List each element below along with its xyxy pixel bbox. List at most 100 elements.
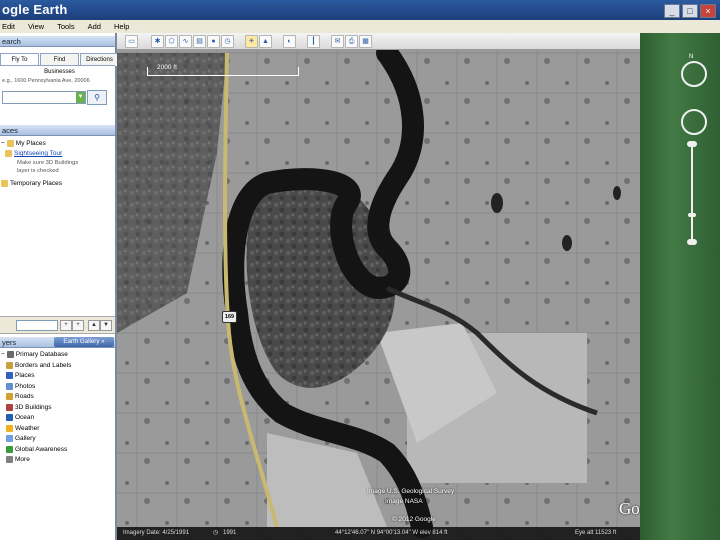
places-filter-input[interactable] [16,320,58,331]
search-button[interactable]: ⚲ [87,90,107,105]
attribution-usgs: Image U.S. Geological Survey [367,488,455,495]
look-joystick[interactable] [681,61,707,87]
scale-label: 2000 ft [157,64,177,71]
layer-label: Roads [15,393,34,400]
add-placemark-button[interactable]: + [60,320,72,331]
layer-label: Gallery [15,435,36,442]
zoom-in-icon[interactable] [687,141,697,147]
clock-icon[interactable]: ◷ [213,527,218,540]
sightseeing-note-2: layer is checked [17,168,59,174]
menu-edit[interactable]: Edit [2,20,15,33]
map-toolbar: ▭ ✱ ⬠ ∿ ▤ ● ◷ ☀ ▲ ◐ ┃ ✉ ⎙ ▦ [117,33,640,50]
layer-global-awareness[interactable]: Global Awareness [6,445,68,453]
move-joystick[interactable] [681,109,707,135]
satellite-imagery [117,33,640,540]
menu-add[interactable]: Add [88,20,101,33]
menu-view[interactable]: View [28,20,44,33]
layer-ocean[interactable]: Ocean [6,414,34,421]
search-hint: e.g., 1600 Pennsylvania Ave, 20006 [2,78,90,84]
layer-weather[interactable]: Weather [6,424,40,432]
places-panel-header[interactable]: aces [0,125,115,136]
gallery-icon [6,435,13,442]
eye-altitude: Eye alt 11523 ft [575,530,617,536]
layer-places[interactable]: Places [6,372,35,379]
sidebar: earch Fly To Find Businesses Directions … [0,33,119,540]
historical-imagery-icon[interactable]: ◷ [221,35,234,48]
layer-label: Ocean [15,414,35,421]
tree-sightseeing-tour[interactable]: Sightseeing Tour [5,150,62,157]
move-up-button[interactable]: ▲ [88,320,100,331]
more-icon [6,456,13,463]
print-icon[interactable]: ⎙ [345,35,358,48]
sky-icon[interactable]: ▲ [259,35,272,48]
maps-icon[interactable]: ▦ [359,35,372,48]
window-title: ogle Earth [2,2,68,17]
search-input[interactable]: ▼ [2,91,86,104]
zoom-slider-track[interactable] [691,143,693,243]
north-label: N [689,54,694,60]
tree-temporary-places-label: Temporary Places [10,180,63,187]
layer-3d-buildings[interactable]: 3D Buildings [6,403,52,411]
sightseeing-tour-link[interactable]: Sightseeing Tour [14,150,62,157]
zoom-out-icon[interactable] [687,239,697,245]
email-icon[interactable]: ✉ [331,35,344,48]
map-view[interactable]: ▭ ✱ ⬠ ∿ ▤ ● ◷ ☀ ▲ ◐ ┃ ✉ ⎙ ▦ 2000 ft 169 … [117,33,640,540]
tree-my-places[interactable]: − My Places [1,140,46,147]
layer-gallery[interactable]: Gallery [6,435,36,442]
search-panel-header[interactable]: earch [0,36,115,47]
places-toolbar: + + ▲ ▼ [0,316,115,334]
google-earth-logo: Googleearth [619,499,640,518]
add-folder-button[interactable]: + [72,320,84,331]
sightseeing-note-1: Make sure 3D Buildings [17,160,79,166]
layer-label: Borders and Labels [15,361,72,369]
layer-label: Places [15,372,35,379]
globe-icon [6,351,14,358]
sidebar-icon[interactable]: ▭ [125,35,138,48]
close-button[interactable]: × [700,4,716,18]
window-controls: _ □ × [664,4,716,18]
tour-icon[interactable]: ● [207,35,220,48]
placemark-icon[interactable]: ✱ [151,35,164,48]
search-icon: ⚲ [94,93,100,102]
places-icon [6,372,13,379]
weather-icon [6,424,13,432]
layer-label: More [15,456,30,463]
menu-help[interactable]: Help [114,20,129,33]
route-shield: 169 [222,311,237,323]
earth-gallery-button[interactable]: Earth Gallery » [54,337,114,347]
maximize-button[interactable]: □ [682,4,698,18]
path-icon[interactable]: ∿ [179,35,192,48]
layer-label: Global Awareness [15,445,68,453]
layer-roads[interactable]: Roads [6,393,34,400]
layer-label: 3D Buildings [15,403,52,411]
tree-temporary-places[interactable]: Temporary Places [1,180,62,187]
layer-photos[interactable]: Photos [6,382,36,390]
move-down-button[interactable]: ▼ [100,320,112,331]
awareness-icon [6,445,13,453]
photos-icon [6,382,13,390]
status-bar: Imagery Date: 4/25/1991 ◷ 1991 44°12'46.… [117,527,640,540]
layer-label: Primary Database [15,351,68,358]
layer-more[interactable]: More [6,456,30,463]
menu-tools[interactable]: Tools [57,20,75,33]
zoom-slider-thumb[interactable] [688,213,696,217]
ruler-icon[interactable]: ┃ [307,35,320,48]
layer-label: Photos [15,382,36,390]
folder-icon [6,140,14,147]
polygon-icon[interactable]: ⬠ [165,35,178,48]
imagery-date: Imagery Date: 4/25/1991 [123,530,190,536]
search-dropdown-icon[interactable]: ▼ [76,92,85,103]
attribution-google: © 2012 Google [392,516,436,523]
roads-icon [6,393,13,400]
pond [562,235,572,251]
mars-icon[interactable]: ◐ [283,35,296,48]
sun-icon[interactable]: ☀ [245,35,258,48]
layer-label: Weather [15,424,40,432]
expand-icon[interactable]: − [1,140,5,147]
overlay-icon[interactable]: ▤ [193,35,206,48]
expand-icon[interactable]: − [1,351,5,358]
folder-icon [1,180,8,187]
minimize-button[interactable]: _ [664,4,680,18]
layer-primary-database[interactable]: − Primary Database [1,351,68,358]
layer-borders[interactable]: Borders and Labels [6,361,72,369]
